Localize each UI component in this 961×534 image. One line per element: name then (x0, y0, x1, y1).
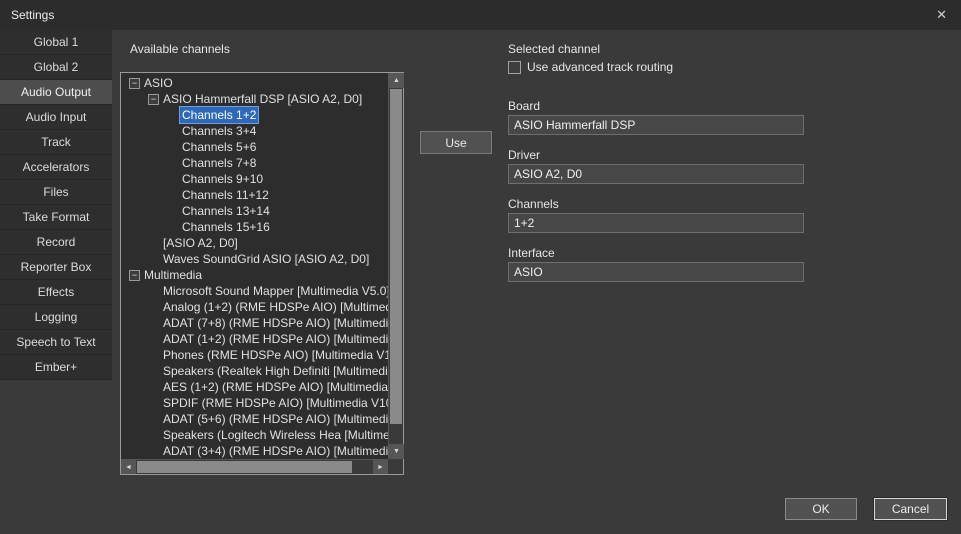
advanced-routing-checkbox[interactable] (508, 61, 521, 74)
tree-item-label: Phones (RME HDSPe AIO) [Multimedia V10.0 (163, 347, 388, 363)
tree-item[interactable]: Channels 7+8 (121, 155, 388, 171)
sidebar-item-ember-[interactable]: Ember+ (0, 355, 112, 380)
tree-item[interactable]: Waves SoundGrid ASIO [ASIO A2, D0] (121, 251, 388, 267)
tree-item-label: ADAT (3+4) (RME HDSPe AIO) [Multimedia V (163, 443, 388, 459)
advanced-routing-row: Use advanced track routing (508, 60, 673, 74)
advanced-routing-label[interactable]: Use advanced track routing (527, 60, 673, 74)
tree-item[interactable]: −Multimedia (121, 267, 388, 283)
sidebar-item-take-format[interactable]: Take Format (0, 205, 112, 230)
collapse-icon[interactable]: − (148, 94, 159, 105)
scroll-right-button[interactable]: ► (373, 460, 388, 474)
tree-item[interactable]: ADAT (3+4) (RME HDSPe AIO) [Multimedia V (121, 443, 388, 459)
tree-item[interactable]: Channels 13+14 (121, 203, 388, 219)
window-title: Settings (11, 8, 54, 22)
tree-item-label: [ASIO A2, D0] (163, 235, 238, 251)
sidebar-item-accelerators[interactable]: Accelerators (0, 155, 112, 180)
board-label: Board (508, 99, 540, 113)
collapse-icon[interactable]: − (129, 270, 140, 281)
scrollbar-corner (388, 459, 403, 474)
scroll-up-button[interactable]: ▲ (389, 73, 404, 88)
sidebar-item-reporter-box[interactable]: Reporter Box (0, 255, 112, 280)
tree-item-label: Microsoft Sound Mapper [Multimedia V5.0] (163, 283, 388, 299)
tree-item-label: Speakers (Logitech Wireless Hea [Multime… (163, 427, 388, 443)
tree-item-label: ADAT (7+8) (RME HDSPe AIO) [Multimedia V… (163, 315, 388, 331)
tree-item-label: Channels 13+14 (182, 203, 270, 219)
driver-label: Driver (508, 148, 540, 162)
tree-item[interactable]: −ASIO Hammerfall DSP [ASIO A2, D0] (121, 91, 388, 107)
tree-item-label: Waves SoundGrid ASIO [ASIO A2, D0] (163, 251, 369, 267)
tree-item-label: ASIO Hammerfall DSP [ASIO A2, D0] (163, 91, 362, 107)
sidebar-item-audio-input[interactable]: Audio Input (0, 105, 112, 130)
sidebar-item-audio-output[interactable]: Audio Output (0, 80, 112, 105)
board-field[interactable]: ASIO Hammerfall DSP (508, 115, 804, 135)
cancel-button[interactable]: Cancel (874, 498, 947, 520)
selected-channel-label: Selected channel (508, 42, 600, 56)
tree-item-label: SPDIF (RME HDSPe AIO) [Multimedia V10.0] (163, 395, 388, 411)
sidebar-item-effects[interactable]: Effects (0, 280, 112, 305)
tree-item-label: ASIO (144, 75, 173, 91)
available-channels-label: Available channels (130, 42, 230, 56)
collapse-icon[interactable]: − (129, 78, 140, 89)
tree-item-label: Multimedia (144, 267, 202, 283)
sidebar-item-global-1[interactable]: Global 1 (0, 30, 112, 55)
tree-item[interactable]: ADAT (7+8) (RME HDSPe AIO) [Multimedia V… (121, 315, 388, 331)
tree-item[interactable]: Speakers (Realtek High Definiti [Multime… (121, 363, 388, 379)
tree-item-label: Channels 5+6 (182, 139, 256, 155)
tree-item-label: Speakers (Realtek High Definiti [Multime… (163, 363, 388, 379)
scroll-left-button[interactable]: ◄ (121, 460, 136, 474)
tree-item-label: AES (1+2) (RME HDSPe AIO) [Multimedia V1… (163, 379, 388, 395)
tree-item[interactable]: [ASIO A2, D0] (121, 235, 388, 251)
channels-label: Channels (508, 197, 559, 211)
interface-label: Interface (508, 246, 555, 260)
sidebar-item-logging[interactable]: Logging (0, 305, 112, 330)
tree-item-label: ADAT (1+2) (RME HDSPe AIO) [Multimedia V… (163, 331, 388, 347)
tree-item[interactable]: Analog (1+2) (RME HDSPe AIO) [Multimedia… (121, 299, 388, 315)
tree-item[interactable]: Channels 1+2 (121, 107, 388, 123)
horizontal-scrollbar[interactable]: ◄ ► (121, 459, 388, 474)
tree-item-label: Analog (1+2) (RME HDSPe AIO) [Multimedia… (163, 299, 388, 315)
tree-item[interactable]: −ASIO (121, 75, 388, 91)
tree-item[interactable]: ADAT (1+2) (RME HDSPe AIO) [Multimedia V… (121, 331, 388, 347)
tree-item-label: Channels 11+12 (182, 187, 269, 203)
use-button[interactable]: Use (420, 131, 492, 154)
tree-item[interactable]: Channels 15+16 (121, 219, 388, 235)
tree-item-label: ADAT (5+6) (RME HDSPe AIO) [Multimedia V… (163, 411, 388, 427)
vertical-scroll-thumb[interactable] (390, 89, 402, 424)
sidebar-item-speech-to-text[interactable]: Speech to Text (0, 330, 112, 355)
sidebar-item-global-2[interactable]: Global 2 (0, 55, 112, 80)
titlebar: Settings ✕ (0, 0, 961, 30)
tree-item[interactable]: Channels 11+12 (121, 187, 388, 203)
ok-button[interactable]: OK (785, 498, 857, 520)
scroll-down-button[interactable]: ▼ (389, 444, 404, 459)
tree-item[interactable]: Channels 3+4 (121, 123, 388, 139)
tree-item-label: Channels 15+16 (182, 219, 270, 235)
interface-field[interactable]: ASIO (508, 262, 804, 282)
tree-item-label: Channels 7+8 (182, 155, 256, 171)
tree-item[interactable]: AES (1+2) (RME HDSPe AIO) [Multimedia V1… (121, 379, 388, 395)
horizontal-scroll-thumb[interactable] (137, 461, 352, 473)
tree-item[interactable]: SPDIF (RME HDSPe AIO) [Multimedia V10.0] (121, 395, 388, 411)
tree-item[interactable]: Speakers (Logitech Wireless Hea [Multime… (121, 427, 388, 443)
driver-field[interactable]: ASIO A2, D0 (508, 164, 804, 184)
tree-item-label: Channels 1+2 (180, 107, 258, 123)
channels-field[interactable]: 1+2 (508, 213, 804, 233)
available-channels-list[interactable]: −ASIO−ASIO Hammerfall DSP [ASIO A2, D0]C… (120, 72, 404, 475)
tree-item-label: Channels 9+10 (182, 171, 263, 187)
close-icon[interactable]: ✕ (936, 0, 947, 30)
tree-item[interactable]: Channels 5+6 (121, 139, 388, 155)
sidebar-item-record[interactable]: Record (0, 230, 112, 255)
tree-item[interactable]: Phones (RME HDSPe AIO) [Multimedia V10.0 (121, 347, 388, 363)
tree-item[interactable]: ADAT (5+6) (RME HDSPe AIO) [Multimedia V… (121, 411, 388, 427)
tree-item[interactable]: Microsoft Sound Mapper [Multimedia V5.0] (121, 283, 388, 299)
tree-item-label: Channels 3+4 (182, 123, 256, 139)
sidebar-item-files[interactable]: Files (0, 180, 112, 205)
tree-item[interactable]: Channels 9+10 (121, 171, 388, 187)
vertical-scrollbar[interactable]: ▲ ▼ (388, 73, 403, 459)
sidebar-item-track[interactable]: Track (0, 130, 112, 155)
channel-tree: −ASIO−ASIO Hammerfall DSP [ASIO A2, D0]C… (121, 73, 388, 459)
settings-sidebar: Global 1Global 2Audio OutputAudio InputT… (0, 30, 112, 380)
